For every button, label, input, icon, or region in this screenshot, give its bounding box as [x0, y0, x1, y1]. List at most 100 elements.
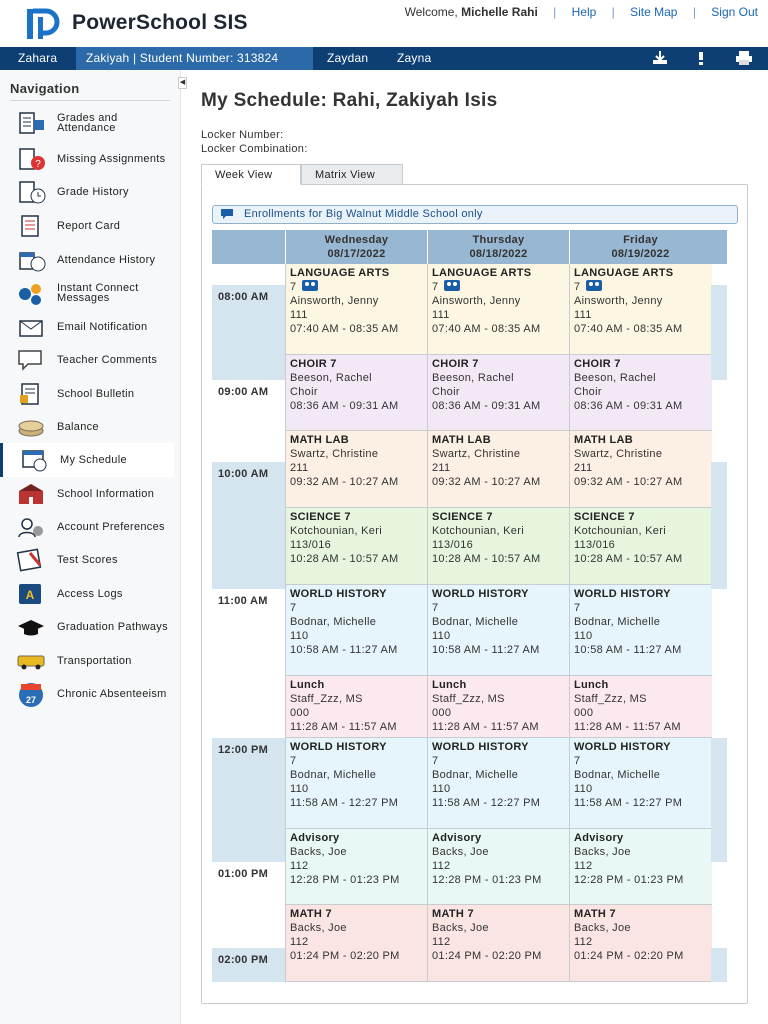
sidebar-item-test-scores[interactable]: Test Scores	[0, 543, 174, 577]
welcome-text: Welcome,	[404, 5, 458, 19]
class-time: 10:58 AM - 11:27 AM	[574, 644, 682, 656]
class-teacher: Kotchounian, Keri	[290, 525, 382, 537]
class-teacher: Backs, Joe	[574, 922, 631, 934]
class-block[interactable]: WORLD HISTORY 7 Bodnar, Michelle 110 11:58 A…	[570, 738, 712, 829]
day-column-thursday: LANGUAGE ARTS 7 Ainsworth, Jenny 111 07:40 A…	[427, 264, 570, 982]
student-tab-zahara[interactable]: Zahara	[8, 47, 67, 70]
class-block[interactable]: SCIENCE 7 Kotchounian, Keri 113/016 10:28 A…	[428, 508, 570, 585]
group-icon[interactable]	[302, 280, 319, 291]
app-title: PowerSchool SIS	[72, 11, 248, 34]
help-link[interactable]: Help	[572, 5, 597, 19]
class-block[interactable]: CHOIR 7 Beeson, Rachel Choir 08:36 AM - 09:…	[286, 355, 428, 431]
tab-matrix-view[interactable]: Matrix View	[301, 164, 403, 185]
sidebar-item-label: Report Card	[57, 220, 121, 232]
class-name: LANGUAGE ARTS	[290, 267, 390, 279]
class-section: 7	[574, 280, 708, 294]
class-room: 211	[574, 462, 593, 474]
class-time: 01:24 PM - 02:20 PM	[290, 950, 400, 962]
class-section-text: 7	[574, 755, 581, 767]
site-map-link[interactable]: Site Map	[630, 5, 677, 19]
sidebar-item-access-logs[interactable]: A Access Logs	[0, 577, 174, 611]
sidebar-item-grade-history[interactable]: Grade History	[0, 175, 174, 209]
class-block[interactable]: MATH LAB Swartz, Christine 211 09:32 AM - 1…	[286, 431, 428, 508]
sidebar-item-label: My Schedule	[60, 454, 127, 466]
class-room: 110	[574, 630, 593, 642]
class-block[interactable]: CHOIR 7 Beeson, Rachel Choir 08:36 AM - 09:…	[428, 355, 570, 431]
class-section-text: 7	[290, 755, 297, 767]
class-block[interactable]: Lunch Staff_Zzz, MS 000 11:28 AM - 11:57 AM	[570, 676, 712, 738]
alert-icon[interactable]	[692, 50, 710, 66]
class-block[interactable]: MATH LAB Swartz, Christine 211 09:32 AM - 1…	[428, 431, 570, 508]
sign-out-link[interactable]: Sign Out	[711, 5, 758, 19]
class-block[interactable]: MATH 7 Backs, Joe 112 01:24 PM - 02:20 PM	[286, 905, 428, 982]
download-icon[interactable]	[651, 50, 669, 66]
student-tab-zaydan[interactable]: Zaydan	[317, 47, 378, 70]
class-block[interactable]: LANGUAGE ARTS 7 Ainsworth, Jenny 111 07:40 A…	[286, 264, 428, 355]
class-block[interactable]: WORLD HISTORY 7 Bodnar, Michelle 110 11:58 A…	[428, 738, 570, 829]
class-block[interactable]: WORLD HISTORY 7 Bodnar, Michelle 110 10:58 A…	[570, 585, 712, 676]
class-name: CHOIR 7	[432, 358, 479, 370]
class-room: 112	[432, 860, 451, 872]
class-teacher: Backs, Joe	[290, 922, 347, 934]
sidebar-item-chronic-absenteeism[interactable]: 27 Chronic Absenteeism	[0, 677, 174, 711]
group-icon[interactable]	[444, 280, 461, 291]
class-name: SCIENCE 7	[432, 511, 493, 523]
sidebar-item-email-notification[interactable]: Email Notification	[0, 310, 174, 344]
svg-text:27: 27	[26, 695, 36, 705]
day-header-thursday: Thursday 08/18/2022	[427, 230, 569, 264]
class-teacher: Beeson, Rachel	[290, 372, 372, 384]
class-block[interactable]: Lunch Staff_Zzz, MS 000 11:28 AM - 11:57 AM	[286, 676, 428, 738]
class-time: 01:24 PM - 02:20 PM	[432, 950, 542, 962]
sidebar-item-teacher-comments[interactable]: Teacher Comments	[0, 343, 174, 377]
sidebar-item-grades-and-attendance[interactable]: Grades and Attendance	[0, 106, 174, 140]
class-block[interactable]: WORLD HISTORY 7 Bodnar, Michelle 110 10:58 A…	[286, 585, 428, 676]
class-block[interactable]: LANGUAGE ARTS 7 Ainsworth, Jenny 111 07:40 A…	[570, 264, 712, 355]
print-icon[interactable]	[735, 50, 753, 66]
sidebar-item-missing-assignments[interactable]: ? Missing Assignments	[0, 142, 174, 176]
day-name: Thursday	[472, 234, 525, 246]
class-block[interactable]: WORLD HISTORY 7 Bodnar, Michelle 110 11:58 A…	[286, 738, 428, 829]
sidebar-item-instant-connect-messages[interactable]: Instant Connect Messages	[0, 276, 174, 310]
class-name: CHOIR 7	[290, 358, 337, 370]
sidebar-item-report-card[interactable]: Report Card	[0, 209, 174, 243]
school-icon	[15, 481, 47, 507]
powerschool-logo-icon[interactable]	[26, 8, 62, 40]
class-block[interactable]: WORLD HISTORY 7 Bodnar, Michelle 110 10:58 A…	[428, 585, 570, 676]
class-block[interactable]: LANGUAGE ARTS 7 Ainsworth, Jenny 111 07:40 A…	[428, 264, 570, 355]
tab-week-view[interactable]: Week View	[201, 164, 301, 185]
class-block[interactable]: MATH 7 Backs, Joe 112 01:24 PM - 02:20 PM	[428, 905, 570, 982]
sidebar-item-graduation-pathways[interactable]: Graduation Pathways	[0, 610, 174, 644]
class-block[interactable]: SCIENCE 7 Kotchounian, Keri 113/016 10:28 A…	[286, 508, 428, 585]
class-time: 11:58 AM - 12:27 PM	[574, 797, 683, 809]
sidebar-item-transportation[interactable]: Transportation	[0, 644, 174, 678]
sidebar-item-balance[interactable]: Balance	[0, 410, 174, 444]
class-room: 111	[290, 309, 308, 321]
class-section: 7	[290, 280, 424, 294]
hour-row: 11:00 AM	[212, 589, 285, 738]
class-name: LANGUAGE ARTS	[574, 267, 674, 279]
sidebar-item-school-information[interactable]: School Information	[0, 477, 174, 511]
class-block[interactable]: Advisory Backs, Joe 112 12:28 PM - 01:23 PM	[428, 829, 570, 905]
sidebar-item-my-schedule[interactable]: My Schedule	[0, 443, 174, 477]
class-time: 10:28 AM - 10:57 AM	[290, 553, 399, 565]
class-block[interactable]: SCIENCE 7 Kotchounian, Keri 113/016 10:28 A…	[570, 508, 712, 585]
class-section: 7	[432, 280, 566, 294]
class-section: 7	[574, 754, 708, 768]
sidebar-item-attendance-history[interactable]: Attendance History	[0, 243, 174, 277]
student-tab-zayna[interactable]: Zayna	[387, 47, 441, 70]
sidebar-item-school-bulletin[interactable]: School Bulletin	[0, 377, 174, 411]
day-name: Friday	[623, 234, 658, 246]
class-block[interactable]: MATH LAB Swartz, Christine 211 09:32 AM - 1…	[570, 431, 712, 508]
comment-icon	[221, 209, 233, 219]
sidebar-item-account-preferences[interactable]: Account Preferences	[0, 510, 174, 544]
class-block[interactable]: MATH 7 Backs, Joe 112 01:24 PM - 02:20 PM	[570, 905, 712, 982]
group-icon[interactable]	[586, 280, 603, 291]
day-header-wednesday: Wednesday 08/17/2022	[285, 230, 427, 264]
header: PowerSchool SIS Welcome, Michelle Rahi |…	[0, 0, 768, 47]
class-block[interactable]: CHOIR 7 Beeson, Rachel Choir 08:36 AM - 09:…	[570, 355, 712, 431]
student-tab-zakiyah[interactable]: Zakiyah | Student Number: 313824	[76, 47, 313, 70]
class-block[interactable]: Advisory Backs, Joe 112 12:28 PM - 01:23 PM	[286, 829, 428, 905]
class-block[interactable]: Advisory Backs, Joe 112 12:28 PM - 01:23 PM	[570, 829, 712, 905]
day-date: 08/19/2022	[611, 248, 670, 260]
class-block[interactable]: Lunch Staff_Zzz, MS 000 11:28 AM - 11:57 AM	[428, 676, 570, 738]
